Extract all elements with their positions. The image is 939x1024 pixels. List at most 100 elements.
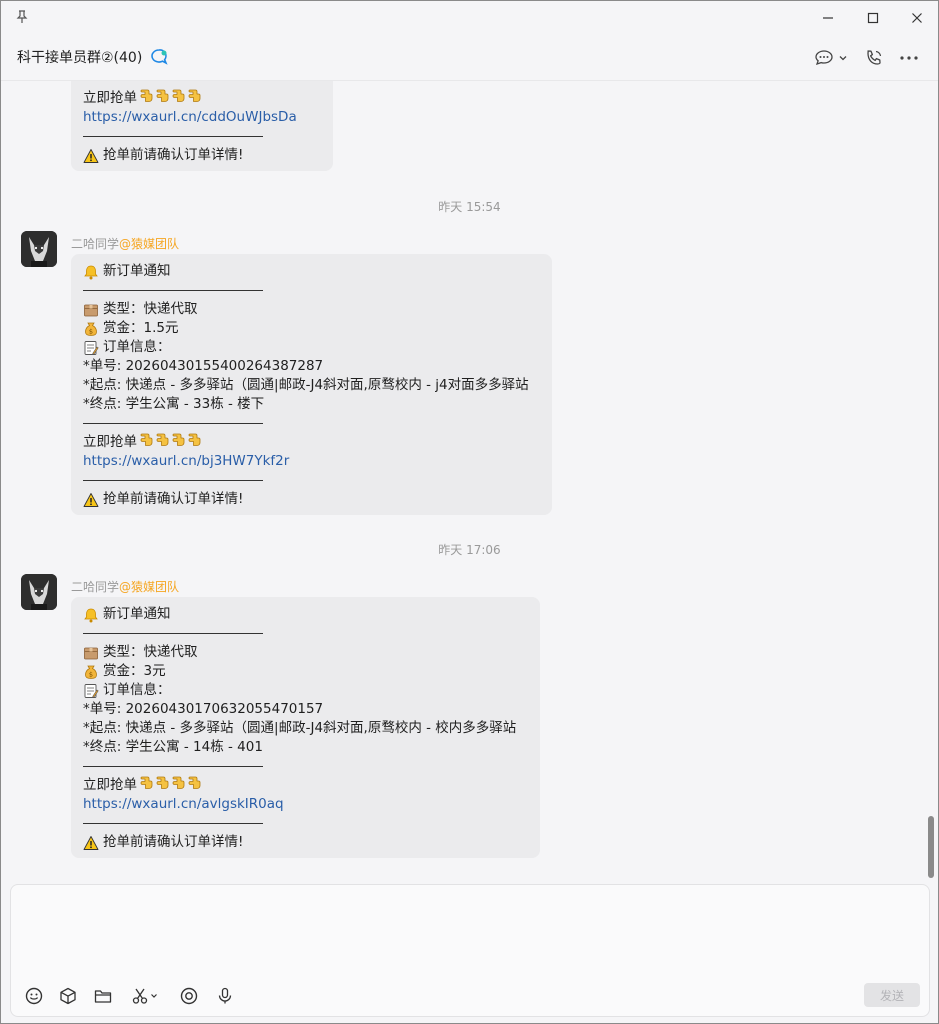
link-line: https://wxaurl.cn/cddOuWJbsDa — [83, 108, 321, 127]
scrollbar-thumb[interactable] — [928, 816, 934, 878]
warning-line: 抢单前请确认订单详情! — [83, 146, 321, 165]
order-type: 类型：快递代取 — [103, 644, 198, 660]
warning-line: 抢单前请确认订单详情! — [83, 490, 540, 509]
close-icon — [912, 13, 922, 23]
maximize-icon — [867, 12, 879, 24]
pointing-hands-icon — [137, 432, 201, 454]
bell-icon — [83, 607, 99, 623]
warning-icon — [83, 835, 99, 851]
timestamp: 昨天 15:54 — [438, 200, 501, 214]
order-start: *起点: 快递点 - 多多驿站（圆通|邮政-J4斜对面,原骛校内 - j4对面多… — [83, 377, 529, 393]
order-type: 类型：快递代取 — [103, 301, 198, 317]
link-line: https://wxaurl.cn/avlgskIR0aq — [83, 795, 528, 814]
pin-icon[interactable] — [14, 9, 30, 25]
order-link[interactable]: https://wxaurl.cn/avlgskIR0aq — [83, 795, 284, 814]
bell-icon — [83, 264, 99, 280]
file-button[interactable] — [92, 985, 114, 1007]
timestamp: 昨天 17:06 — [438, 543, 501, 557]
reward-line: $ 赏金：3元 — [83, 662, 528, 681]
type-line: 类型：快递代取 — [83, 643, 528, 662]
grab-line: 立即抢单 — [83, 433, 540, 452]
order-reward: 赏金：3元 — [103, 663, 166, 679]
call-button[interactable] — [862, 47, 886, 69]
maximize-button[interactable] — [862, 7, 884, 29]
money-bag-icon: $ — [83, 664, 99, 680]
chevron-down-icon — [151, 994, 157, 998]
message-bubble[interactable]: 新订单通知 类型：快递代取 $ 赏金：1.5元 订单信息： *单号: 20260… — [71, 254, 552, 515]
order-number: *单号: 20260430170632055470157 — [83, 701, 324, 717]
message-bubble[interactable]: 立即抢单 https://wxaurl.cn/cddOuWJbsDa 抢单前请确… — [71, 81, 333, 171]
notify-title: 新订单通知 — [103, 606, 171, 622]
order-end: *终点: 学生公寓 - 33栋 - 楼下 — [83, 396, 265, 412]
phone-icon — [867, 50, 882, 65]
chat-window: 科干接单员群②(40) 立即抢单 https://wxaurl.cn/cddOu… — [0, 0, 939, 1024]
box-icon — [60, 987, 76, 1005]
warning-text: 抢单前请确认订单详情! — [103, 491, 244, 507]
sender-tag: @猿媒团队 — [119, 580, 180, 594]
message-list[interactable]: 立即抢单 https://wxaurl.cn/cddOuWJbsDa 抢单前请确… — [1, 81, 938, 883]
memo-icon — [83, 683, 99, 699]
folder-icon — [94, 990, 112, 1003]
type-line: 类型：快递代取 — [83, 300, 540, 319]
pointing-hand-icon — [188, 776, 201, 789]
warning-text: 抢单前请确认订单详情! — [103, 147, 244, 163]
screenshot-button[interactable] — [127, 985, 161, 1007]
message-editor[interactable] — [23, 895, 913, 975]
warning-text: 抢单前请确认订单详情! — [103, 834, 244, 850]
grab-label: 立即抢单 — [83, 434, 137, 450]
svg-text:$: $ — [89, 670, 93, 678]
at-icon — [180, 987, 198, 1005]
divider — [83, 414, 263, 433]
order-start: *起点: 快递点 - 多多驿站（圆通|邮政-J4斜对面,原骛校内 - 校内多多驿… — [83, 720, 517, 736]
info-line: 订单信息： — [83, 338, 540, 357]
mention-button[interactable] — [178, 985, 200, 1007]
chevron-down-icon — [839, 56, 847, 61]
chat-menu-button[interactable] — [813, 47, 849, 69]
order-link[interactable]: https://wxaurl.cn/cddOuWJbsDa — [83, 108, 297, 127]
send-button[interactable]: 发送 — [864, 983, 920, 1007]
warning-line: 抢单前请确认订单详情! — [83, 833, 528, 852]
pointing-hand-icon — [156, 433, 169, 446]
divider — [83, 757, 263, 776]
sender-name[interactable]: 二哈同学@猿媒团队 — [71, 578, 179, 595]
pointing-hand-icon — [188, 433, 201, 446]
pointing-hand-icon — [140, 776, 153, 789]
sender-nickname: 二哈同学 — [71, 237, 120, 251]
sender-name[interactable]: 二哈同学@猿媒团队 — [71, 235, 179, 252]
money-bag-icon: $ — [83, 321, 99, 337]
pointing-hand-icon — [156, 89, 169, 102]
minimize-button[interactable] — [817, 7, 839, 29]
avatar[interactable] — [21, 574, 57, 610]
pointing-hand-icon — [188, 89, 201, 102]
avatar[interactable] — [21, 231, 57, 267]
memo-icon — [83, 340, 99, 356]
grab-label: 立即抢单 — [83, 90, 137, 106]
grab-line: 立即抢单 — [83, 89, 321, 108]
notify-title: 新订单通知 — [103, 263, 171, 279]
message-bubble[interactable]: 新订单通知 类型：快递代取 $ 赏金：3元 订单信息： *单号: 2026043… — [71, 597, 540, 858]
more-button[interactable] — [897, 47, 921, 69]
minimize-icon — [823, 17, 833, 19]
pointing-hand-icon — [156, 776, 169, 789]
group-title[interactable]: 科干接单员群②(40) — [17, 47, 142, 67]
title-bar — [1, 1, 938, 35]
chat-bubble-icon — [815, 50, 833, 66]
order-number: *单号: 20260430155400264387287 — [83, 358, 324, 374]
sender-tag: @猿媒团队 — [119, 237, 180, 251]
group-chat-badge-icon[interactable] — [149, 48, 169, 66]
package-icon — [83, 645, 99, 661]
close-button[interactable] — [906, 7, 928, 29]
divider — [83, 127, 263, 146]
order-reward: 赏金：1.5元 — [103, 320, 179, 336]
husky-avatar-icon — [21, 231, 57, 267]
voice-button[interactable] — [214, 985, 236, 1007]
divider — [83, 624, 263, 643]
order-link[interactable]: https://wxaurl.cn/bj3HW7Ykf2r — [83, 452, 289, 471]
chat-header: 科干接单员群②(40) — [1, 35, 938, 81]
order-end: *终点: 学生公寓 - 14栋 - 401 — [83, 739, 263, 755]
grab-line: 立即抢单 — [83, 776, 528, 795]
emoji-button[interactable] — [23, 985, 45, 1007]
pointing-hand-icon — [172, 433, 185, 446]
husky-avatar-icon — [21, 574, 57, 610]
box-button[interactable] — [57, 985, 79, 1007]
